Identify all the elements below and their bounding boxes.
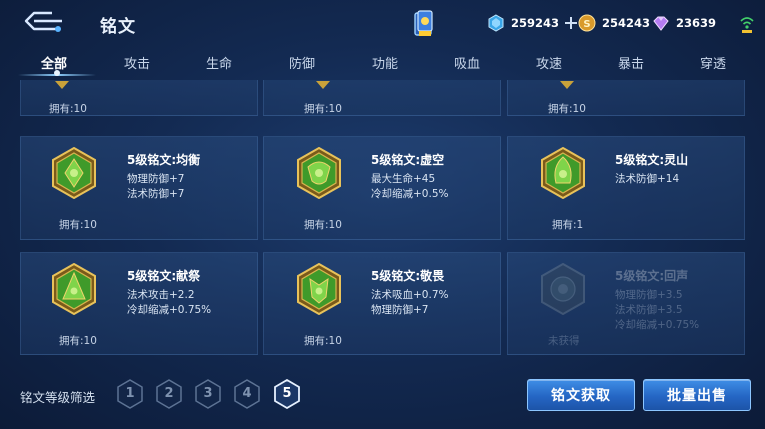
rune-name: 5级铭文:回声 — [615, 269, 689, 283]
rune-attribute: 冷却缩减+0.75% — [127, 304, 212, 316]
rune-name: 5级铭文:灵山 — [615, 153, 689, 167]
gem-amount: 259243 — [511, 16, 560, 30]
gold-coin-icon: S — [578, 14, 596, 32]
rune-attribute: 冷却缩减+0.75% — [615, 319, 700, 331]
page-title: 铭文 — [100, 17, 136, 37]
get-runes-button[interactable]: 铭文获取 — [527, 379, 635, 411]
rune-name: 5级铭文:献祭 — [127, 269, 201, 283]
level-filter-3[interactable]: 3 — [194, 379, 222, 409]
svg-text:S: S — [583, 19, 590, 30]
add-gems-plus-icon[interactable] — [565, 17, 578, 29]
level-filter-label: 铭文等级筛选 — [20, 390, 96, 405]
level-filter-2[interactable]: 2 — [155, 379, 183, 409]
rune-card-sacrifice[interactable]: 5级铭文:献祭 法术攻击+2.2 冷却缩减+0.75% 拥有:10 — [20, 252, 258, 355]
rune-card-echo[interactable]: 5级铭文:回声 物理防御+3.5 法术防御+3.5 冷却缩减+0.75% 未获得 — [507, 252, 745, 355]
rune-card-spirit-mountain[interactable]: 5级铭文:灵山 法术防御+14 拥有:1 — [507, 136, 745, 240]
rune-attribute: 法术防御+7 — [127, 188, 185, 200]
rune-owned-count: 拥有:10 — [304, 219, 342, 231]
tab-attack[interactable]: 攻击 — [124, 53, 150, 72]
rune-card-balance[interactable]: 5级铭文:均衡 物理防御+7 法术防御+7 拥有:10 — [20, 136, 258, 240]
rune-grid[interactable]: 拥有:10 拥有:10 拥有:10 5级铭文:均衡 物理防御+7 法术防御+7 … — [0, 80, 765, 355]
rune-attribute: 法术攻击+2.2 — [127, 289, 195, 301]
rune-emblem-icon — [560, 81, 574, 89]
tab-utility[interactable]: 功能 — [372, 53, 398, 72]
tab-attack-speed[interactable]: 攻速 — [536, 53, 562, 72]
rune-card-void[interactable]: 5级铭文:虚空 最大生命+45 冷却缩减+0.5% 拥有:10 — [263, 136, 501, 240]
tab-defense[interactable]: 防御 — [289, 53, 315, 72]
rune-attribute: 法术防御+14 — [615, 173, 680, 185]
rune-owned-count: 拥有:10 — [304, 103, 342, 115]
rune-emblem-icon — [316, 81, 330, 89]
rune-attribute: 冷却缩减+0.5% — [371, 188, 449, 200]
rune-attribute: 最大生命+45 — [371, 173, 436, 185]
level-number: 4 — [242, 386, 252, 401]
level-filter-4[interactable]: 4 — [233, 379, 261, 409]
crystal-currency: 23639 — [652, 12, 716, 34]
rune-owned-count: 拥有:10 — [548, 103, 586, 115]
gold-currency: S 254243 — [578, 12, 650, 34]
rune-card-awe[interactable]: 5级铭文:敬畏 法术吸血+0.7% 物理防御+7 拥有:10 — [263, 252, 501, 355]
category-tabs: 全部 攻击 生命 防御 功能 吸血 攻速 暴击 穿透 — [0, 46, 765, 78]
bottom-bar: 铭文等级筛选 1 2 3 4 5 铭文获取 批量出售 — [0, 365, 765, 429]
rune-attribute: 法术吸血+0.7% — [371, 289, 449, 301]
level-number: 3 — [203, 386, 213, 401]
rune-owned-count: 拥有:10 — [49, 103, 87, 115]
tab-critical[interactable]: 暴击 — [618, 53, 644, 72]
tab-all[interactable]: 全部 — [41, 53, 67, 72]
green-rune-emblem-icon — [52, 263, 96, 315]
level-filter-1[interactable]: 1 — [116, 379, 144, 409]
locked-rune-emblem-icon — [541, 263, 585, 315]
level-number: 5 — [282, 386, 292, 401]
rune-owned-count: 拥有:10 — [59, 335, 97, 347]
gold-amount: 254243 — [602, 16, 651, 30]
tab-penetration[interactable]: 穿透 — [700, 53, 726, 72]
rune-card-partial[interactable]: 拥有:10 — [507, 80, 745, 116]
top-bar: 铭文 259243 S 254243 23639 — [0, 0, 765, 46]
rune-card-partial[interactable]: 拥有:10 — [20, 80, 258, 116]
rune-attribute: 法术防御+3.5 — [615, 304, 683, 316]
rune-card-icon[interactable] — [413, 10, 435, 38]
rune-card-partial[interactable]: 拥有:10 — [263, 80, 501, 116]
rune-attribute: 物理防御+3.5 — [615, 289, 683, 301]
crystal-amount: 23639 — [676, 16, 717, 30]
level-filter-5[interactable]: 5 — [273, 379, 301, 409]
rune-name: 5级铭文:敬畏 — [371, 269, 445, 283]
rune-name: 5级铭文:均衡 — [127, 153, 201, 167]
bulk-sell-button[interactable]: 批量出售 — [643, 379, 751, 411]
rune-attribute: 物理防御+7 — [371, 304, 429, 316]
green-rune-emblem-icon — [297, 147, 341, 199]
diamond-icon — [488, 14, 504, 32]
rune-owned-count: 拥有:10 — [59, 219, 97, 231]
rune-attribute: 物理防御+7 — [127, 173, 185, 185]
active-tab-indicator — [54, 70, 60, 76]
rune-emblem-icon — [55, 81, 69, 89]
purple-crystal-icon — [653, 16, 669, 31]
level-number: 2 — [164, 386, 174, 401]
rune-owned-count: 拥有:10 — [304, 335, 342, 347]
tab-health[interactable]: 生命 — [206, 53, 232, 72]
green-rune-emblem-icon — [541, 147, 585, 199]
tab-lifesteal[interactable]: 吸血 — [454, 53, 480, 72]
back-arrow-icon[interactable] — [22, 10, 66, 34]
wifi-signal-icon — [740, 17, 754, 33]
gem-currency: 259243 — [487, 12, 578, 34]
rune-not-obtained: 未获得 — [548, 335, 580, 347]
rune-name: 5级铭文:虚空 — [371, 153, 445, 167]
green-rune-emblem-icon — [52, 147, 96, 199]
rune-owned-count: 拥有:1 — [552, 219, 584, 231]
green-rune-emblem-icon — [297, 263, 341, 315]
level-number: 1 — [125, 386, 135, 401]
